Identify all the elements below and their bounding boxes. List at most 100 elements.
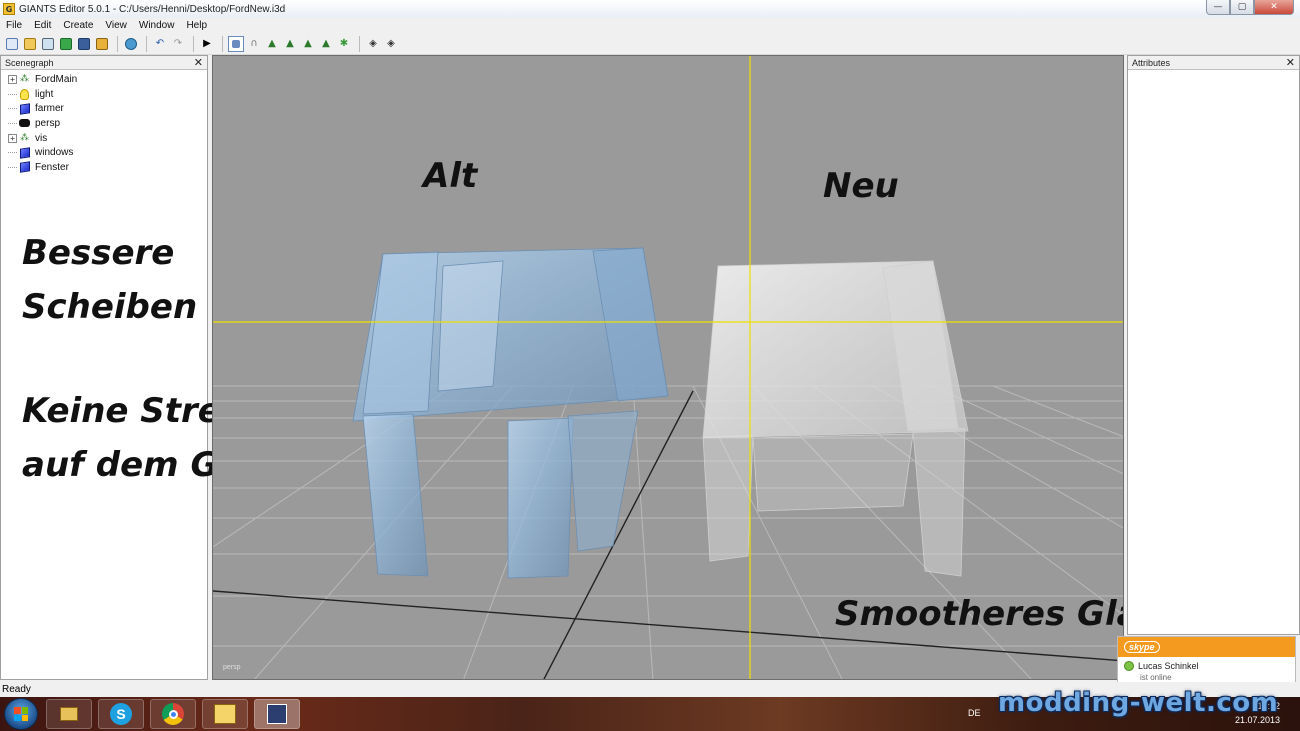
glass-model-new: [702, 260, 969, 577]
play-icon[interactable]: ▶: [199, 36, 215, 52]
menu-view[interactable]: View: [99, 20, 133, 31]
tree-connector: [8, 122, 17, 124]
taskbar-giants-editor[interactable]: [254, 699, 300, 729]
settings-icon[interactable]: [123, 36, 139, 52]
viewport-scene: [213, 56, 1123, 679]
menu-create[interactable]: Create: [57, 20, 99, 31]
menu-bar: File Edit Create View Window Help: [0, 18, 1300, 33]
open-icon[interactable]: [22, 36, 38, 52]
maximize-button[interactable]: ▢: [1230, 0, 1254, 15]
chrome-icon: [162, 703, 184, 725]
attributes-close-button[interactable]: ✕: [1286, 56, 1295, 69]
shape-cube-icon: [19, 161, 30, 174]
toolbar-separator: [193, 35, 194, 52]
scenegraph-title: Scenegraph: [5, 57, 54, 68]
toolbar-separator: [146, 35, 147, 52]
navmesh-icon[interactable]: ✱: [336, 36, 352, 52]
redo-icon[interactable]: ↷: [170, 36, 186, 52]
transform-icon: ⁂: [20, 133, 29, 144]
toolbar-separator: [222, 35, 223, 52]
scenegraph-close-button[interactable]: ✕: [194, 56, 203, 69]
terrain-sculpt-icon[interactable]: ▲: [264, 36, 280, 52]
tray-language[interactable]: DE: [968, 708, 981, 718]
viewport-3d[interactable]: Alt Neu Smootheres Glas persp: [212, 55, 1124, 680]
skype-header: skype: [1118, 637, 1295, 657]
light-bulb-icon: [19, 88, 30, 100]
online-status-icon: [1124, 661, 1134, 671]
grass-paint-icon[interactable]: ▲: [318, 36, 334, 52]
transform-icon: ⁂: [20, 74, 29, 85]
taskbar-giants-editor-folder[interactable]: [202, 699, 248, 729]
ground-grid: [213, 385, 1123, 679]
windows-explorer-icon: [60, 707, 78, 721]
save-all-icon[interactable]: [94, 36, 110, 52]
taskbar-chrome[interactable]: [150, 699, 196, 729]
import-icon[interactable]: [40, 36, 56, 52]
tree-node-fenster[interactable]: Fenster: [1, 160, 207, 175]
glass-model-old: [352, 247, 669, 579]
overlay-caption-top: Bessere Scheiben: [22, 226, 197, 334]
tree-node-label: Fenster: [35, 161, 69, 173]
overlay-line: Scheiben: [22, 287, 198, 327]
skype-contact-name: Lucas Schinkel: [1138, 661, 1199, 671]
camera-name-label: persp: [223, 664, 241, 671]
taskbar-skype[interactable]: S: [98, 699, 144, 729]
skype-icon: S: [110, 703, 132, 725]
window-title: GIANTS Editor 5.0.1 - C:/Users/Henni/Des…: [19, 3, 286, 15]
magnet-icon[interactable]: ∩: [246, 36, 262, 52]
toolbar-separator: [359, 35, 360, 52]
tree-node-light[interactable]: light: [1, 87, 207, 102]
expand-icon[interactable]: +: [8, 74, 17, 84]
skype-contact: Lucas Schinkel: [1124, 661, 1289, 671]
scenegraph-header: Scenegraph ✕: [1, 56, 207, 70]
undo-icon[interactable]: ↶: [152, 36, 168, 52]
windows-logo-icon: [14, 707, 28, 721]
menu-edit[interactable]: Edit: [28, 20, 57, 31]
tree-node-label: light: [35, 88, 54, 100]
tree-node-persp[interactable]: persp: [1, 116, 207, 131]
label-alt: Alt: [423, 156, 478, 196]
tree-connector: [8, 108, 17, 110]
tree-node-label: windows: [35, 147, 74, 159]
select-tool-icon[interactable]: [228, 35, 244, 52]
status-text: Ready: [2, 684, 31, 695]
window-controls: — ▢ ✕: [1206, 0, 1294, 16]
taskbar-explorer[interactable]: [46, 699, 92, 729]
camera-icon: [19, 118, 30, 129]
start-button[interactable]: [4, 698, 38, 730]
menu-help[interactable]: Help: [180, 20, 213, 31]
skype-status-text: ist online: [1140, 673, 1172, 682]
tree-node-label: FordMain: [35, 73, 78, 85]
expand-icon[interactable]: +: [8, 133, 17, 143]
tree-node-windows[interactable]: windows: [1, 145, 207, 160]
grid-axes: [213, 390, 1123, 679]
tree-node-fordmain[interactable]: + ⁂ FordMain: [1, 72, 207, 87]
attributes-panel: Attributes ✕: [1127, 55, 1300, 635]
shape-cube-icon: [19, 147, 30, 159]
save-icon[interactable]: [76, 36, 92, 52]
tree-node-label: persp: [35, 117, 61, 129]
material-icon[interactable]: ◈: [383, 36, 399, 52]
foliage-paint-icon[interactable]: ▲: [300, 36, 316, 52]
tree-node-label: farmer: [35, 103, 64, 115]
tree-node-vis[interactable]: + ⁂ vis: [1, 131, 207, 146]
tree-node-farmer[interactable]: farmer: [1, 101, 207, 116]
overlay-line: Bessere: [22, 233, 175, 273]
menu-window[interactable]: Window: [133, 20, 181, 31]
menu-file[interactable]: File: [0, 20, 28, 31]
toolbar-separator: [117, 35, 118, 52]
minimize-button[interactable]: —: [1206, 0, 1230, 15]
close-button[interactable]: ✕: [1254, 0, 1294, 15]
scenegraph-tree: + ⁂ FordMain light farmer persp + ⁂ vis: [1, 70, 207, 175]
reload-icon[interactable]: [58, 36, 74, 52]
camera-crosshair: [213, 56, 1123, 679]
app-icon: G: [3, 3, 15, 15]
tree-connector: [8, 166, 17, 168]
folder-icon: [214, 704, 236, 724]
tree-connector: [8, 93, 17, 95]
label-neu: Neu: [823, 166, 899, 206]
new-icon[interactable]: [4, 36, 20, 52]
giants-editor-icon: [267, 704, 287, 724]
terrain-paint-icon[interactable]: ▲: [282, 36, 298, 52]
shader-icon[interactable]: ◈: [365, 36, 381, 52]
